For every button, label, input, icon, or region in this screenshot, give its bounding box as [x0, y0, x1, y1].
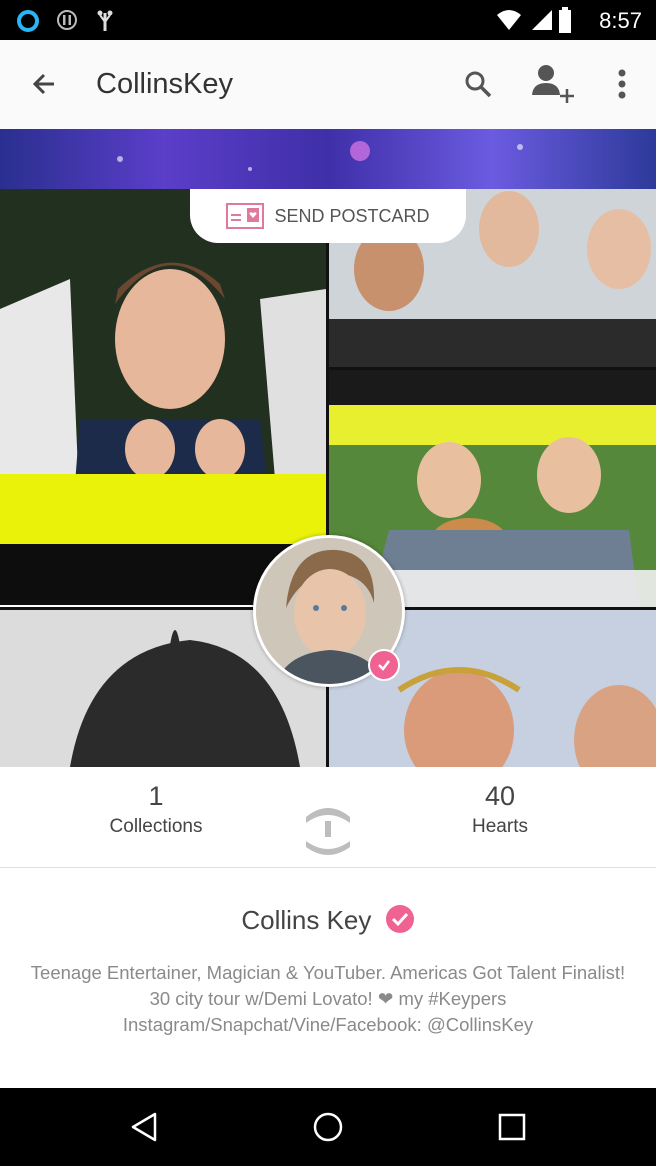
follow-button[interactable]	[528, 60, 576, 108]
profile-name: Collins Key	[241, 905, 372, 935]
usb-icon	[97, 10, 113, 31]
send-postcard-label: SEND POSTCARD	[274, 205, 430, 226]
cover-banner	[0, 129, 656, 189]
verified-icon	[368, 649, 400, 681]
more-options-button[interactable]	[598, 60, 646, 108]
wifi-icon	[497, 10, 521, 30]
expand-button[interactable]	[304, 801, 352, 857]
search-button[interactable]	[454, 60, 502, 108]
sync-icon	[57, 10, 77, 30]
page-title: CollinsKey	[96, 68, 233, 100]
verified-icon	[385, 905, 414, 933]
toolbar: CollinsKey	[0, 40, 656, 130]
stats-bar: 1 Collections 40 Hearts	[0, 767, 656, 868]
hearts-count: 40	[484, 781, 516, 811]
nav-home-button[interactable]	[298, 1107, 358, 1147]
collections-stat[interactable]: 1 Collections	[56, 781, 256, 838]
status-bar: 8:57	[0, 0, 656, 40]
search-icon	[465, 71, 492, 98]
cover-collage: SEND POSTCARD	[0, 129, 656, 767]
back-button[interactable]	[20, 60, 68, 108]
hearts-label: Hearts	[472, 816, 528, 837]
profile-bio: Teenage Entertainer, Magician & YouTuber…	[30, 962, 626, 1035]
app-ring-icon	[17, 10, 39, 32]
hearts-stat[interactable]: 40 Hearts	[400, 781, 600, 838]
postcard-icon	[226, 203, 265, 229]
signal-icon	[532, 10, 552, 30]
nav-home-icon	[313, 1112, 343, 1142]
nav-recents-icon	[498, 1113, 526, 1141]
back-arrow-icon	[32, 73, 54, 95]
nav-back-button[interactable]	[114, 1107, 174, 1147]
nav-back-icon	[131, 1112, 157, 1142]
collections-count: 1	[148, 781, 164, 811]
navigation-bar	[0, 1088, 656, 1166]
expand-icon	[306, 808, 350, 855]
add-user-icon	[532, 65, 574, 103]
profile-info: Collins Key Teenage Entertainer, Magicia…	[0, 868, 656, 1088]
nav-recents-button[interactable]	[482, 1107, 542, 1147]
battery-icon	[559, 7, 571, 33]
video-thumbnail[interactable]	[0, 189, 326, 607]
profile-name-row: Collins Key	[0, 904, 656, 936]
collections-label: Collections	[109, 816, 203, 837]
status-time: 8:57	[599, 8, 642, 33]
more-vert-icon	[618, 69, 626, 99]
send-postcard-button[interactable]: SEND POSTCARD	[190, 189, 466, 243]
